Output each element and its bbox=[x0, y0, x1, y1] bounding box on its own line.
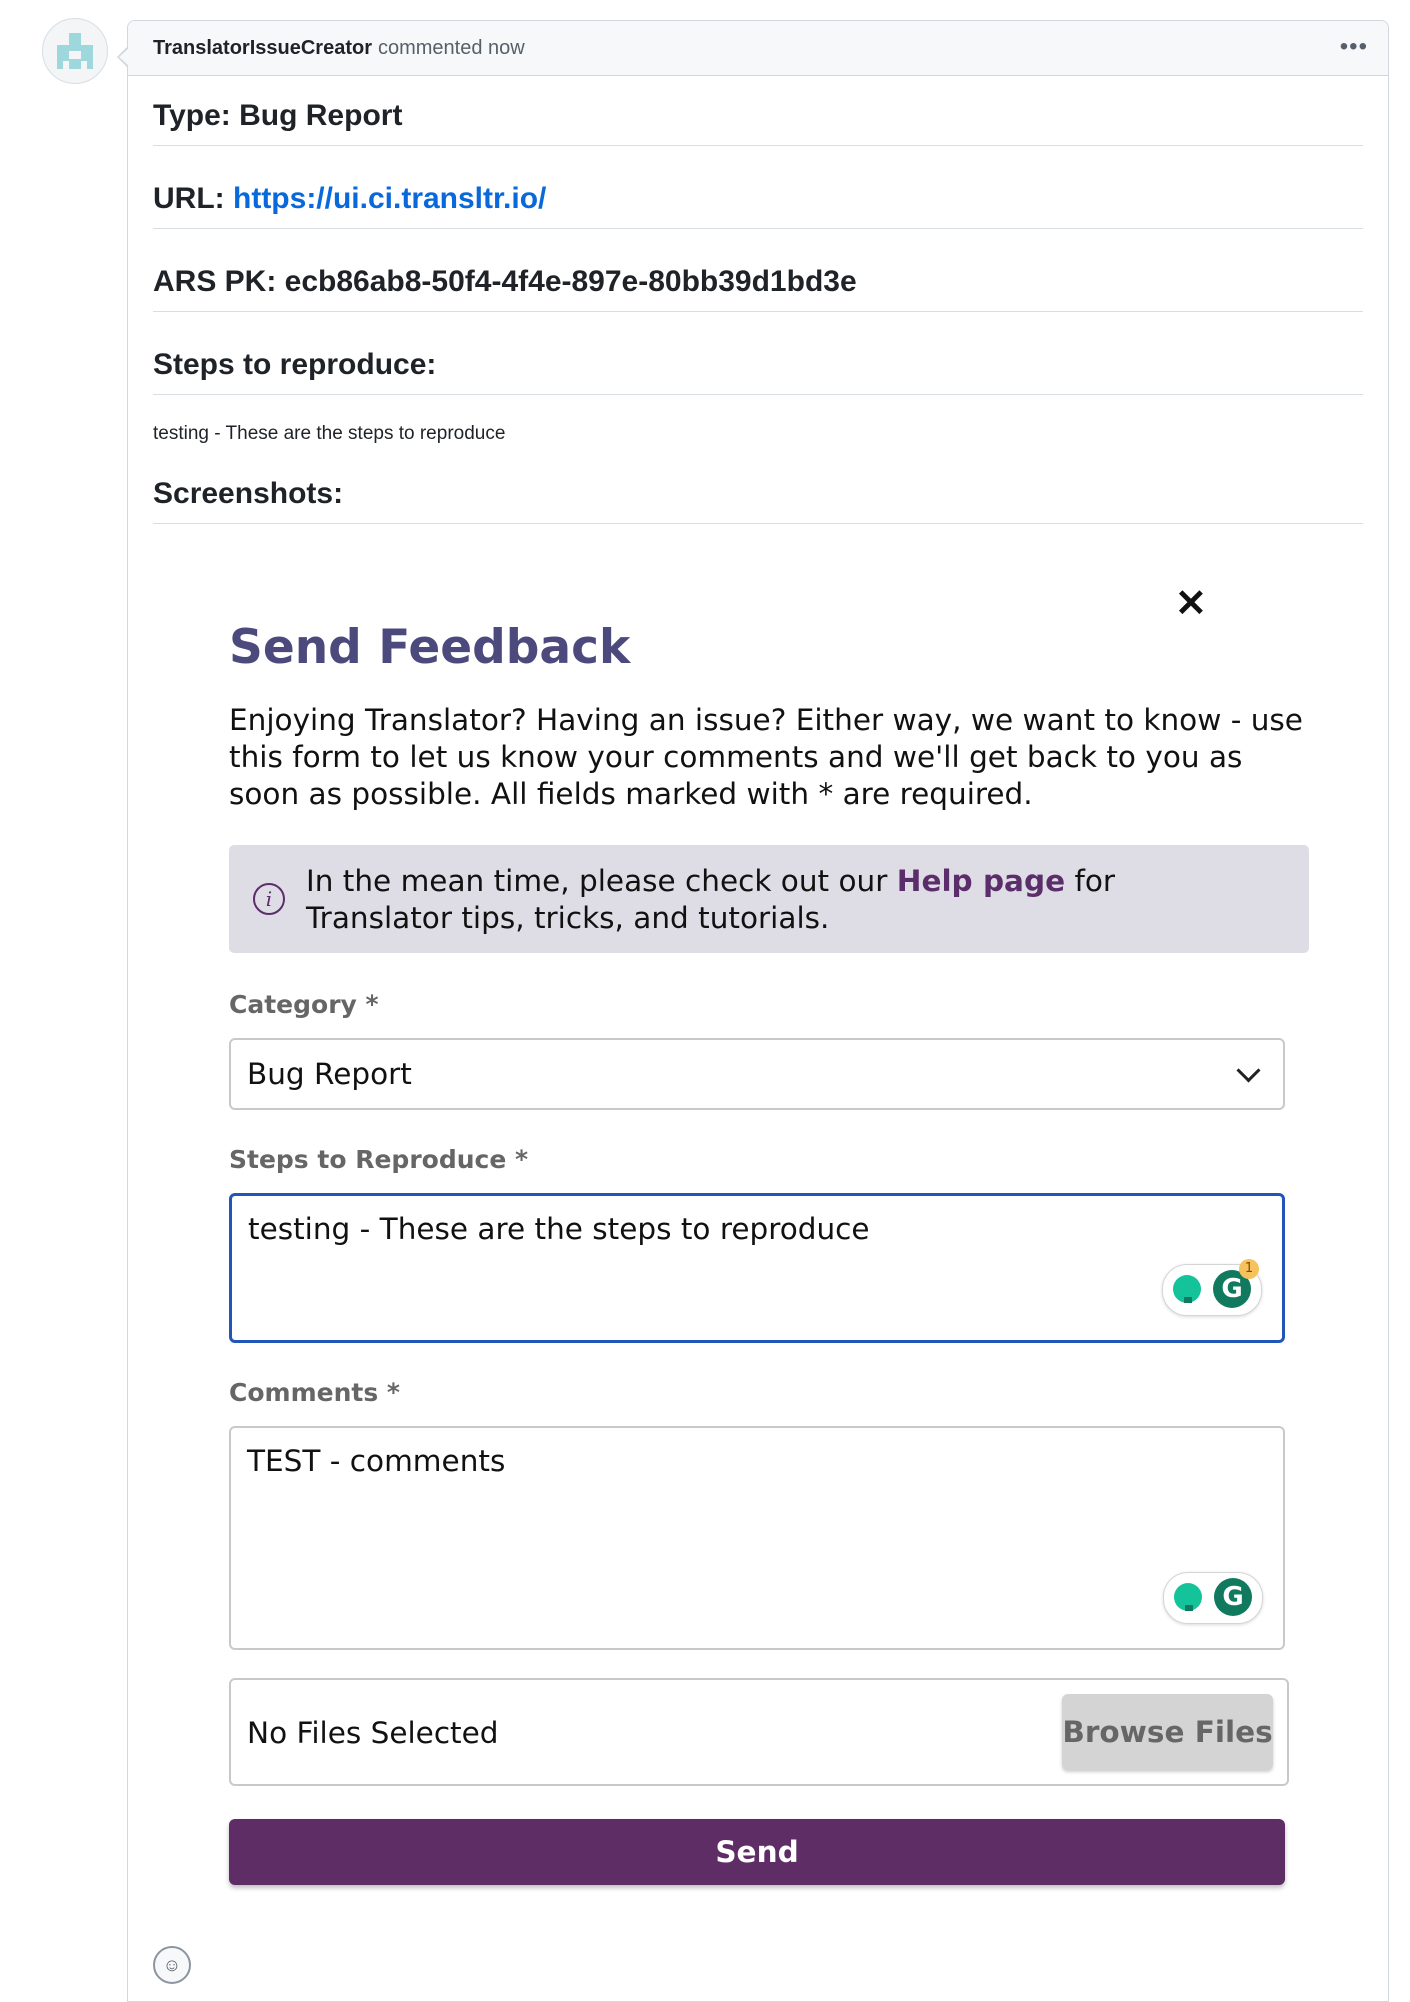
chevron-down-icon bbox=[1236, 1058, 1261, 1083]
help-page-link[interactable]: Help page bbox=[897, 864, 1065, 898]
close-icon[interactable]: ✕ bbox=[1175, 585, 1207, 623]
comments-label: Comments * bbox=[229, 1378, 400, 1407]
no-files-text: No Files Selected bbox=[247, 1716, 499, 1750]
category-value: Bug Report bbox=[247, 1057, 412, 1091]
lightbulb-icon[interactable] bbox=[1174, 1583, 1202, 1611]
steps-heading: Steps to reproduce: bbox=[153, 348, 1363, 395]
lightbulb-icon[interactable] bbox=[1173, 1275, 1201, 1303]
comment-body: Type: Bug Report URL: https://ui.ci.tran… bbox=[128, 99, 1388, 524]
comments-textarea-value: TEST - comments bbox=[247, 1444, 506, 1478]
file-upload: No Files Selected Browse Files bbox=[229, 1678, 1289, 1786]
grammarly-widget[interactable]: G 1 bbox=[1162, 1259, 1262, 1316]
info-icon: i bbox=[253, 883, 285, 915]
grammarly-widget[interactable]: G bbox=[1163, 1572, 1263, 1624]
modal-title: Send Feedback bbox=[229, 620, 631, 675]
steps-textarea[interactable]: testing - These are the steps to reprodu… bbox=[229, 1193, 1285, 1343]
url-label: URL: bbox=[153, 182, 225, 215]
info-text-prefix: In the mean time, please check out our bbox=[306, 864, 897, 898]
identicon-icon bbox=[57, 33, 93, 69]
info-callout: i In the mean time, please check out our… bbox=[229, 845, 1309, 953]
grammarly-icon[interactable]: G bbox=[1214, 1578, 1252, 1616]
type-heading: Type: Bug Report bbox=[153, 99, 1363, 146]
send-button[interactable]: Send bbox=[229, 1819, 1285, 1885]
screenshots-heading: Screenshots: bbox=[153, 477, 1363, 524]
steps-text: testing - These are the steps to reprodu… bbox=[153, 423, 506, 444]
emoji-reaction-icon[interactable]: ☺ bbox=[153, 1946, 191, 1984]
ars-pk-heading: ARS PK: ecb86ab8-50f4-4f4e-897e-80bb39d1… bbox=[153, 265, 1363, 312]
steps-label: Steps to Reproduce * bbox=[229, 1145, 529, 1174]
modal-intro: Enjoying Translator? Having an issue? Ei… bbox=[229, 703, 1303, 811]
comment-header: TranslatorIssueCreator commented now ••• bbox=[128, 21, 1388, 76]
kebab-horizontal-icon[interactable]: ••• bbox=[1340, 33, 1368, 61]
comment-meta[interactable]: commented now bbox=[378, 37, 525, 60]
grammarly-count-badge: 1 bbox=[1239, 1259, 1259, 1279]
url-link[interactable]: https://ui.ci.transltr.io/ bbox=[233, 182, 546, 215]
browse-files-button[interactable]: Browse Files bbox=[1062, 1694, 1273, 1770]
category-select[interactable]: Bug Report bbox=[229, 1038, 1285, 1110]
steps-textarea-value: testing - These are the steps to reprodu… bbox=[248, 1212, 870, 1246]
avatar[interactable] bbox=[42, 18, 108, 84]
url-heading: URL: https://ui.ci.transltr.io/ bbox=[153, 182, 1363, 229]
category-label: Category * bbox=[229, 990, 379, 1019]
comments-textarea[interactable]: TEST - comments G bbox=[229, 1426, 1285, 1650]
comment-author[interactable]: TranslatorIssueCreator bbox=[153, 37, 372, 60]
